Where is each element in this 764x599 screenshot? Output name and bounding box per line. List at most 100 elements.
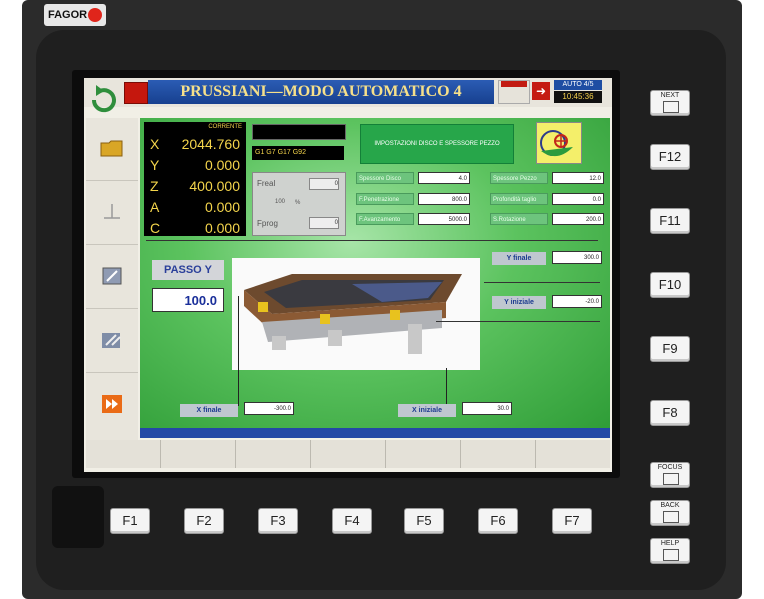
- softkey-4[interactable]: [311, 440, 386, 468]
- f7-key[interactable]: F7: [552, 508, 592, 534]
- f4-key[interactable]: F4: [332, 508, 372, 534]
- f10-key[interactable]: F10: [650, 272, 690, 298]
- help-key-label: HELP: [660, 540, 680, 547]
- f3-key[interactable]: F3: [258, 508, 298, 534]
- dro-header: CORRENTE: [208, 124, 242, 130]
- next-key-label: NEXT: [660, 92, 680, 99]
- status-indicator-icon: [498, 80, 530, 104]
- guide-line: [436, 321, 600, 322]
- guide-line: [446, 368, 447, 406]
- spessore-disco-label: Spessore Disco: [356, 172, 414, 184]
- feed-percent-unit: %: [295, 200, 301, 206]
- softkey-2[interactable]: [161, 440, 236, 468]
- clock: 10:45:36: [554, 91, 602, 103]
- f6-key[interactable]: F6: [478, 508, 518, 534]
- exit-icon[interactable]: ➜: [532, 82, 550, 100]
- passo-y-label: PASSO Y: [152, 260, 224, 280]
- f8-key[interactable]: F8: [650, 400, 690, 426]
- softkey-5[interactable]: [386, 440, 461, 468]
- focus-key[interactable]: FOCUS: [650, 462, 690, 488]
- axis-value-a: 0.000: [204, 199, 240, 215]
- f-penetrazione-value[interactable]: 800.0: [418, 193, 470, 205]
- logo-text: FAGOR: [48, 9, 88, 21]
- x-finale-value[interactable]: -300.0: [244, 402, 294, 415]
- f12-key[interactable]: F12: [650, 144, 690, 170]
- sidebar-axis-button[interactable]: [86, 182, 138, 245]
- bezel-tab: [52, 486, 104, 548]
- logo-mark-icon: [88, 8, 102, 22]
- fprog-label: Fprog: [257, 219, 278, 228]
- f9-key[interactable]: F9: [650, 336, 690, 362]
- tools-icon: [102, 333, 121, 348]
- profondita-taglio-label: Profondità taglio: [490, 193, 548, 205]
- axis-value-x: 2044.760: [181, 136, 240, 152]
- profondita-taglio-value[interactable]: 0.0: [552, 193, 604, 205]
- refresh-icon[interactable]: [86, 80, 120, 118]
- help-key[interactable]: HELP: [650, 538, 690, 564]
- mode-indicator: AUTO 4/5: [554, 80, 602, 90]
- axis-value-c: 0.000: [204, 220, 240, 236]
- axis-position-display: CORRENTE X 2044.760 Y 0.000 Z 400.000 A …: [144, 122, 246, 236]
- axis-value-y: 0.000: [204, 157, 240, 173]
- axis-label-y: Y: [150, 157, 160, 173]
- axis-label-c: C: [150, 220, 161, 236]
- f-avanzamento-value[interactable]: 5000.0: [418, 213, 470, 225]
- active-gcodes: G1 G7 G17 G92: [252, 146, 344, 160]
- feed-panel: Freal 0 100 % Fprog 0: [252, 172, 346, 236]
- back-arrow-icon: [663, 511, 679, 523]
- x-iniziale-value[interactable]: 30.0: [462, 402, 512, 415]
- spessore-disco-value[interactable]: 4.0: [418, 172, 470, 184]
- y-finale-label: Y finale: [492, 252, 546, 265]
- f-avanzamento-label: F.Avanzamento: [356, 213, 414, 225]
- edit-icon: [102, 267, 122, 285]
- fagor-logo: FAGOR: [44, 4, 106, 26]
- sidebar-tools-button[interactable]: [86, 310, 138, 373]
- softkey-3[interactable]: [236, 440, 311, 468]
- softkey-bar: [86, 440, 610, 468]
- axis-label-a: A: [150, 199, 160, 215]
- page-icon: [663, 101, 679, 113]
- softkey-7[interactable]: [536, 440, 610, 468]
- f5-key[interactable]: F5: [404, 508, 444, 534]
- axis-icon: [104, 204, 120, 219]
- guide-line: [238, 296, 239, 406]
- focus-icon: [663, 473, 679, 485]
- settings-title: IMPOSTAZIONI DISCO E SPESSORE PEZZO: [360, 124, 514, 164]
- sidebar-open-button[interactable]: [86, 118, 138, 181]
- sidebar-play-button[interactable]: [86, 374, 138, 436]
- fprog-value: 0: [309, 217, 339, 229]
- disc-cutter-icon: [536, 122, 582, 164]
- f-penetrazione-label: F.Penetrazione: [356, 193, 414, 205]
- y-iniziale-label: Y iniziale: [492, 296, 546, 309]
- axis-label-z: Z: [150, 178, 159, 194]
- y-iniziale-value[interactable]: -20.0: [552, 295, 602, 308]
- f1-key[interactable]: F1: [110, 508, 150, 534]
- folder-icon: [100, 140, 123, 157]
- feed-percent-value: 100: [275, 199, 286, 205]
- next-key[interactable]: NEXT: [650, 90, 690, 116]
- guide-line: [484, 282, 600, 283]
- x-finale-label: X finale: [180, 404, 238, 417]
- f11-key[interactable]: F11: [650, 208, 690, 234]
- axis-value-z: 400.000: [189, 178, 240, 194]
- freal-value: 0: [309, 178, 339, 190]
- softkey-1[interactable]: [86, 440, 161, 468]
- f2-key[interactable]: F2: [184, 508, 224, 534]
- spessore-pezzo-value[interactable]: 12.0: [552, 172, 604, 184]
- freal-label: Freal: [257, 179, 276, 188]
- passo-y-input[interactable]: 100.0: [152, 288, 224, 312]
- x-iniziale-label: X iniziale: [398, 404, 456, 417]
- sidebar-edit-button[interactable]: [86, 246, 138, 309]
- softkey-6[interactable]: [461, 440, 536, 468]
- divider: [146, 240, 598, 241]
- s-rotazione-value[interactable]: 200.0: [552, 213, 604, 225]
- status-bar: [140, 428, 610, 438]
- s-rotazione-label: S.Rotazione: [490, 213, 548, 225]
- machine-table-image: [232, 258, 480, 370]
- back-key[interactable]: BACK: [650, 500, 690, 526]
- y-finale-value[interactable]: 300.0: [552, 251, 602, 264]
- page-title: PRUSSIANI—MODO AUTOMATICO 4: [148, 80, 494, 104]
- program-name-display: [252, 124, 346, 140]
- fast-forward-icon: [102, 395, 122, 413]
- focus-key-label: FOCUS: [657, 464, 683, 471]
